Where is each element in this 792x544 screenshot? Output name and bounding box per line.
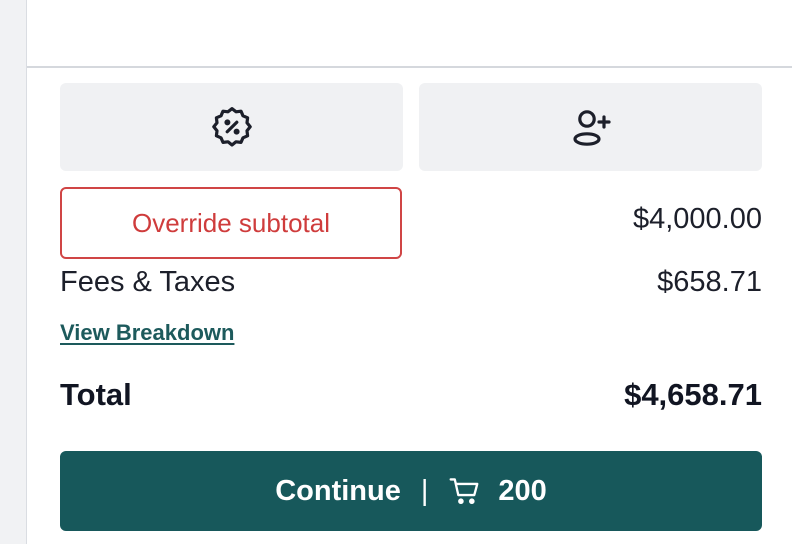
continue-separator: | xyxy=(420,474,429,507)
add-user-icon xyxy=(567,103,615,151)
cart-icon xyxy=(448,476,482,506)
left-panel-edge xyxy=(0,0,27,544)
cart-count: 200 xyxy=(498,474,547,507)
override-subtotal-button[interactable]: Override subtotal xyxy=(60,187,402,259)
add-customer-button[interactable] xyxy=(419,83,762,171)
section-divider xyxy=(27,66,792,68)
total-label: Total xyxy=(60,377,132,412)
fees-taxes-value: $658.71 xyxy=(657,266,762,298)
override-subtotal-label: Override subtotal xyxy=(132,207,330,238)
discount-badge-icon xyxy=(208,103,256,151)
apply-discount-button[interactable] xyxy=(60,83,403,171)
continue-label: Continue xyxy=(275,474,401,507)
fees-taxes-label: Fees & Taxes xyxy=(60,266,236,298)
continue-button[interactable]: Continue | 200 xyxy=(60,451,762,531)
subtotal-value: $4,000.00 xyxy=(632,203,762,235)
view-breakdown-link[interactable]: View Breakdown xyxy=(60,320,234,346)
total-value: $4,658.71 xyxy=(624,377,762,412)
